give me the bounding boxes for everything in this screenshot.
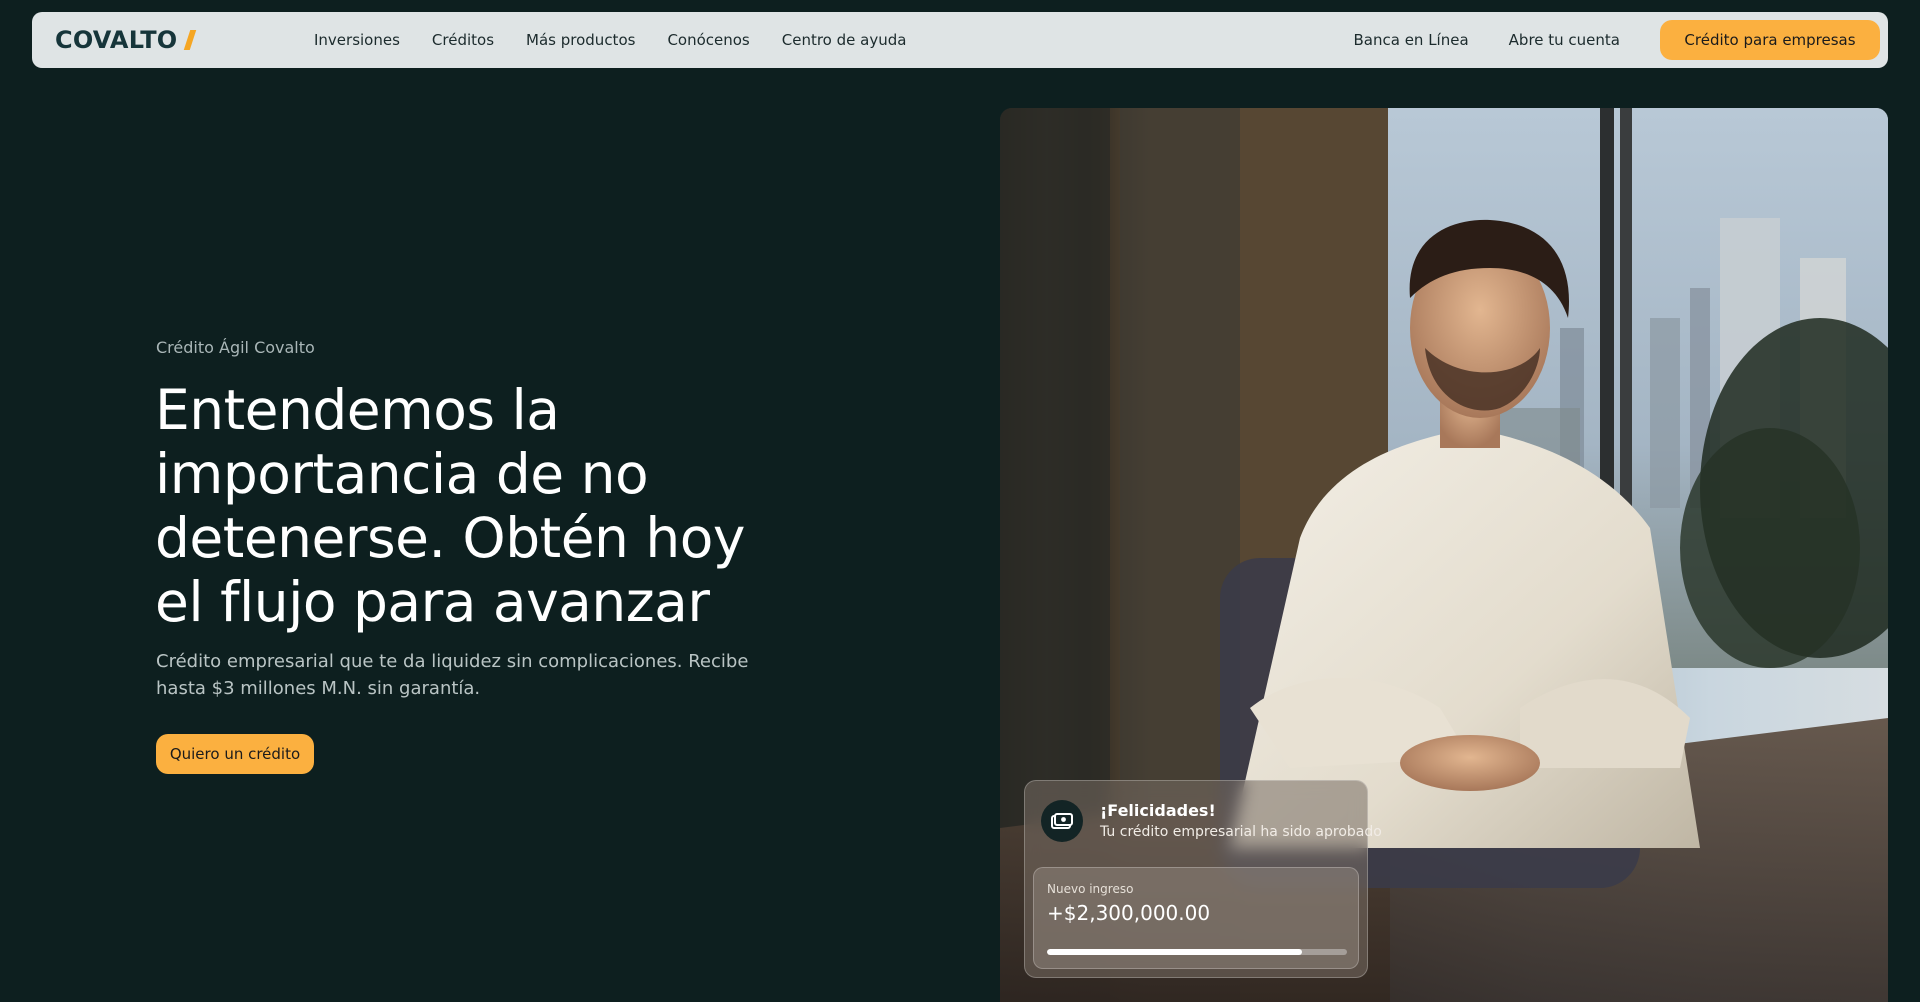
- hero-headline: Entendemos la importancia de no deteners…: [155, 378, 745, 634]
- logo-text: COVALTO: [55, 26, 178, 54]
- top-nav: COVALTO Inversiones Créditos Más product…: [32, 12, 1888, 68]
- quiero-un-credito-button[interactable]: Quiero un crédito: [156, 734, 314, 774]
- income-amount: +$2,300,000.00: [1047, 901, 1211, 925]
- page: COVALTO Inversiones Créditos Más product…: [0, 0, 1920, 1002]
- nav-link-abre-tu-cuenta[interactable]: Abre tu cuenta: [1509, 31, 1620, 49]
- card-title: ¡Felicidades!: [1100, 801, 1216, 820]
- nav-link-mas-productos[interactable]: Más productos: [526, 31, 635, 49]
- income-panel: Nuevo ingreso +$2,300,000.00: [1033, 867, 1359, 969]
- nav-link-conocenos[interactable]: Conócenos: [667, 31, 749, 49]
- progress-bar: [1047, 949, 1347, 955]
- card-subtitle: Tu crédito empresarial ha sido aprobado: [1100, 824, 1382, 840]
- nav-link-banca-en-linea[interactable]: Banca en Línea: [1354, 31, 1469, 49]
- nav-link-inversiones[interactable]: Inversiones: [314, 31, 400, 49]
- nav-links: Inversiones Créditos Más productos Conóc…: [314, 12, 938, 68]
- cash-icon: [1041, 800, 1083, 842]
- logo-slash-icon: [184, 30, 197, 50]
- credito-para-empresas-button[interactable]: Crédito para empresas: [1660, 20, 1880, 60]
- nav-link-creditos[interactable]: Créditos: [432, 31, 494, 49]
- progress-fill: [1047, 949, 1302, 955]
- nav-right: Banca en Línea Abre tu cuenta Crédito pa…: [1354, 12, 1880, 68]
- income-label: Nuevo ingreso: [1047, 882, 1134, 896]
- approval-card: ¡Felicidades! Tu crédito empresarial ha …: [1024, 780, 1382, 978]
- covalto-logo[interactable]: COVALTO: [55, 12, 197, 68]
- hero-subtext: Crédito empresarial que te da liquidez s…: [156, 651, 749, 699]
- hero-eyebrow: Crédito Ágil Covalto: [156, 338, 315, 357]
- nav-link-centro-de-ayuda[interactable]: Centro de ayuda: [782, 31, 907, 49]
